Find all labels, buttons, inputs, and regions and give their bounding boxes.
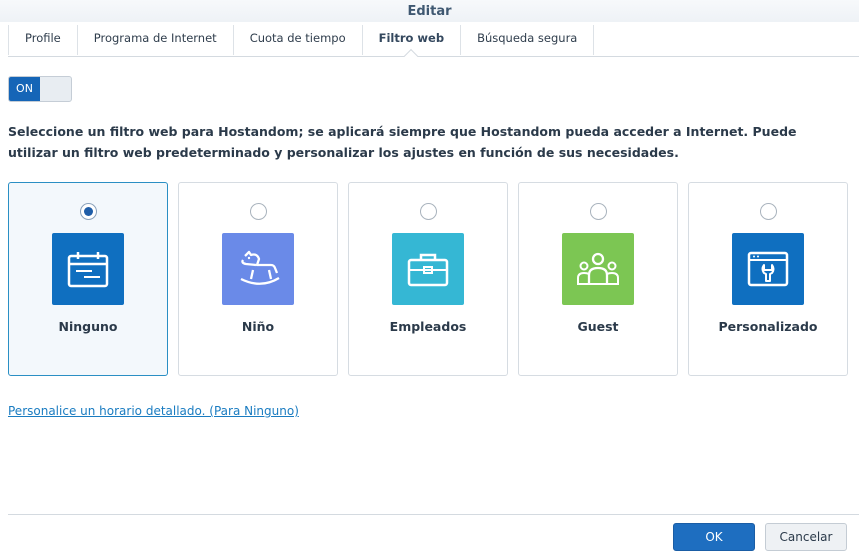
toggle-on-label: ON (9, 77, 40, 101)
filter-radio-personalizado[interactable] (760, 203, 777, 220)
filter-label-nino: Niño (241, 319, 275, 334)
filter-radio-ninguno[interactable] (80, 203, 97, 220)
filter-label-guest: Guest (577, 319, 619, 334)
ok-button[interactable]: OK (673, 523, 755, 551)
filter-label-personalizado: Personalizado (718, 319, 818, 334)
filter-card-ninguno[interactable]: Ninguno (8, 182, 168, 376)
tab-profile[interactable]: Profile (8, 25, 77, 55)
filter-card-guest[interactable]: Guest (518, 182, 678, 376)
group-users-icon (562, 233, 634, 305)
filter-card-personalizado[interactable]: Personalizado (688, 182, 848, 376)
dialog-titlebar: Editar (0, 0, 859, 22)
rocking-horse-icon (222, 233, 294, 305)
tab-bar: Profile Programa de Internet Cuota de ti… (8, 23, 859, 57)
footer-divider (8, 514, 859, 515)
filter-label-empleados: Empleados (389, 319, 467, 334)
briefcase-icon (392, 233, 464, 305)
filter-options: Ninguno Niño Empleados Guest Personaliza… (8, 182, 859, 376)
filter-description: Seleccione un filtro web para Hostandom;… (8, 124, 797, 160)
dialog-title: Editar (407, 4, 452, 19)
custom-schedule-link[interactable]: Personalice un horario detallado. (Para … (8, 404, 299, 418)
tab-time-quota[interactable]: Cuota de tiempo (232, 25, 362, 55)
filter-radio-guest[interactable] (590, 203, 607, 220)
filter-label-ninguno: Ninguno (58, 319, 118, 334)
browser-wrench-icon (732, 233, 804, 305)
tab-web-filter[interactable]: Filtro web (361, 25, 460, 55)
filter-card-empleados[interactable]: Empleados (348, 182, 508, 376)
tab-safe-search[interactable]: Búsqueda segura (460, 25, 595, 55)
filter-radio-nino[interactable] (250, 203, 267, 220)
filter-card-nino[interactable]: Niño (178, 182, 338, 376)
calendar-list-icon (52, 233, 124, 305)
cancel-button[interactable]: Cancelar (765, 523, 847, 551)
filter-radio-empleados[interactable] (420, 203, 437, 220)
tab-internet-program[interactable]: Programa de Internet (76, 25, 233, 55)
web-filter-toggle[interactable]: ON (8, 76, 72, 102)
